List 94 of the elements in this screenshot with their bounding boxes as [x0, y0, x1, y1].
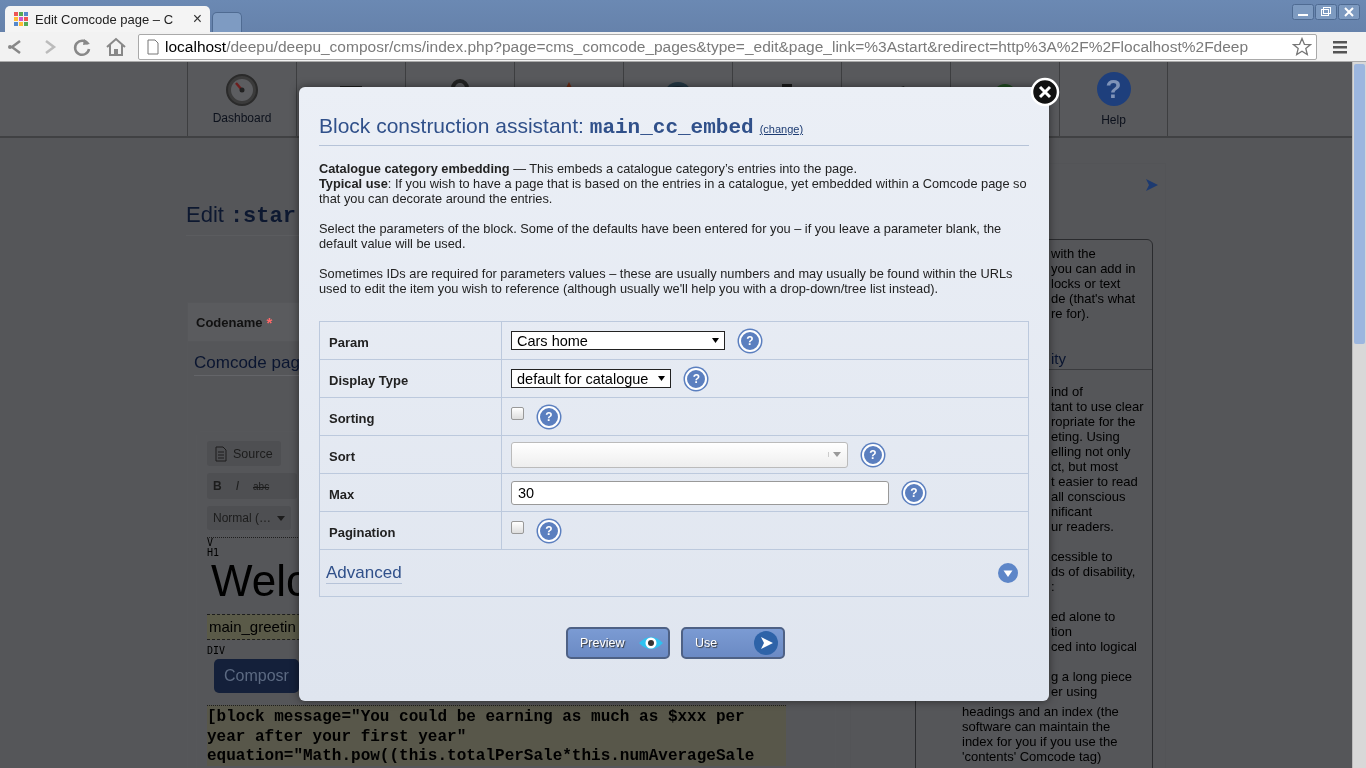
parameter-label: Sorting — [320, 398, 502, 435]
tab-title: Edit Comcode page – C — [35, 11, 175, 27]
parameter-checkbox[interactable] — [511, 407, 524, 420]
use-button[interactable]: Use — [681, 627, 785, 659]
description-text: Typical use: If you wish to have a page that is based on the entries in a catalogue, yet embedded within a Comcode page so that you can decorate around the entries. — [319, 176, 1028, 206]
parameter-input[interactable]: 30 — [511, 480, 889, 505]
help-text: ind of — [1051, 384, 1083, 399]
help-icon[interactable]: ? — [862, 443, 884, 466]
help-text: t easier to read — [1051, 474, 1138, 489]
help-text: g a long piece — [1051, 669, 1132, 684]
preview-button[interactable]: Preview — [566, 627, 670, 659]
help-text: elling not only — [1051, 444, 1131, 459]
help-text: all conscious — [1051, 489, 1126, 504]
browser-tab[interactable]: Edit Comcode page – C × — [5, 6, 210, 32]
page-heading: Edit — [186, 201, 224, 229]
help-text: 'contents' Comcode tag) — [962, 749, 1102, 764]
caret-icon — [658, 376, 666, 381]
help-text: : — [1051, 579, 1055, 594]
parameter-label: Param — [320, 322, 502, 359]
help-text: eting. Using — [1051, 429, 1120, 444]
help-icon[interactable]: ? — [538, 405, 560, 428]
help-text: headings and an index (the — [962, 704, 1119, 719]
help-text: ropriate for the — [1051, 414, 1136, 429]
help-text: ced into logical — [1051, 639, 1137, 654]
description-text: Catalogue category embedding — This embeds a catalogue category’s entries into the page. — [319, 161, 858, 176]
favicon-icon — [13, 11, 29, 27]
instruction-text: Select the parameters of the block. Some of the defaults have been entered for you – if you leave a parameter blank, the default value will be used. — [319, 221, 1003, 251]
code-line: [block message="You could be earning as much as $xxx per — [207, 708, 745, 726]
scroll-thumb[interactable] — [1354, 64, 1365, 344]
element-tag: V — [207, 538, 214, 548]
nav-link[interactable]: Help — [1101, 113, 1126, 127]
parameter-label: Max — [320, 474, 502, 511]
code-line: year after your first year" — [207, 727, 467, 746]
help-text: tion — [1051, 624, 1072, 639]
help-icon[interactable]: ? — [739, 329, 761, 352]
help-text: cessible to — [1051, 549, 1113, 564]
minimize-icon[interactable] — [1292, 4, 1314, 20]
required-mark: * — [266, 313, 273, 331]
browser-tab[interactable] — [212, 12, 242, 32]
help-text: ur readers. — [1051, 519, 1114, 534]
parameter-label: Pagination — [320, 512, 502, 549]
caret-icon — [712, 338, 719, 343]
block-name-text: main_greetin — [209, 618, 296, 635]
help-text: ed alone to — [1051, 609, 1116, 624]
help-text: ct, but most — [1051, 459, 1119, 474]
parameter-dropdown[interactable]: Cars home — [511, 331, 725, 350]
caret-icon — [828, 452, 841, 457]
section-heading: ity — [1051, 349, 1066, 369]
help-icon[interactable]: ? — [538, 519, 560, 542]
instruction-text: Sometimes IDs are required for parameters values – these are usually numbers and may usually be found within the URLs used to edit the item you wish to reference (although usually we'll help you with a drop-down/tree list instead). — [319, 266, 1014, 296]
help-text: tant to use clear — [1051, 399, 1144, 414]
parameter-label: Sort — [320, 436, 502, 473]
code-line: equation="Math.pow((this.totalPerSale*this.numAverageSale — [207, 747, 755, 765]
caret-icon — [277, 515, 285, 521]
eye-icon — [638, 635, 664, 651]
help-text: locks or text — [1051, 276, 1121, 291]
url-text: localhost/deepu/deepu_composr/cms/index.php?page=cms_comcode_pages&type=_edit&page_link=%3Astart&redirect=http%3A%2F%2Flocalhost%2Fdeep — [165, 37, 1250, 56]
nav-link[interactable]: Dashboard — [212, 111, 272, 125]
help-text: er using — [1051, 684, 1098, 699]
scrollbar[interactable] — [1352, 62, 1366, 768]
address-bar[interactable]: localhost/deepu/deepu_composr/cms/index.php?page=cms_comcode_pages&type=_edit&page_link=%3Astart&redirect=http%3A%2F%2Flocalhost%2Fdeep — [138, 33, 1317, 60]
document-icon — [215, 445, 227, 462]
help-text: ds of disability, — [1051, 564, 1136, 579]
dialog-title: Block construction assistant: — [319, 114, 585, 138]
element-tag: DIV — [207, 646, 226, 656]
page-icon — [147, 38, 159, 55]
help-text: index for you if you use the — [962, 734, 1118, 749]
field-label: Codename — [196, 314, 263, 330]
help-text: de (that's what — [1051, 291, 1136, 306]
help-icon[interactable]: ? — [685, 367, 708, 390]
section-link[interactable]: Comcode pag — [194, 353, 300, 372]
help-text: re for). — [1051, 306, 1090, 321]
advanced-toggle[interactable]: Advanced — [326, 562, 402, 584]
restore-icon[interactable] — [1315, 4, 1337, 20]
parameter-label: Display Type — [320, 360, 502, 397]
bookmark-star-icon[interactable] — [1292, 36, 1312, 57]
parameter-checkbox[interactable] — [511, 521, 524, 534]
block-name: main_cc_embed — [589, 116, 754, 139]
close-tab-button[interactable]: × — [192, 11, 202, 27]
expand-icon[interactable] — [998, 563, 1018, 583]
parameter-dropdown[interactable]: default for catalogue — [511, 369, 672, 388]
help-text: nificant — [1051, 504, 1093, 519]
help-text: with the — [1051, 246, 1096, 261]
help-text: software can maintain the — [962, 719, 1111, 734]
composr-button[interactable]: Composr — [214, 659, 299, 693]
parameter-combo[interactable] — [511, 441, 848, 468]
element-tag: H1 — [207, 548, 220, 558]
gauge-icon[interactable] — [224, 72, 260, 108]
change-link[interactable]: (change) — [759, 123, 804, 135]
page-name: :star — [229, 203, 296, 231]
help-text: you can add in — [1051, 261, 1136, 276]
menu-icon[interactable] — [1331, 38, 1349, 55]
help-icon[interactable]: ? — [903, 481, 925, 504]
help-icon[interactable]: ? — [1096, 72, 1131, 106]
